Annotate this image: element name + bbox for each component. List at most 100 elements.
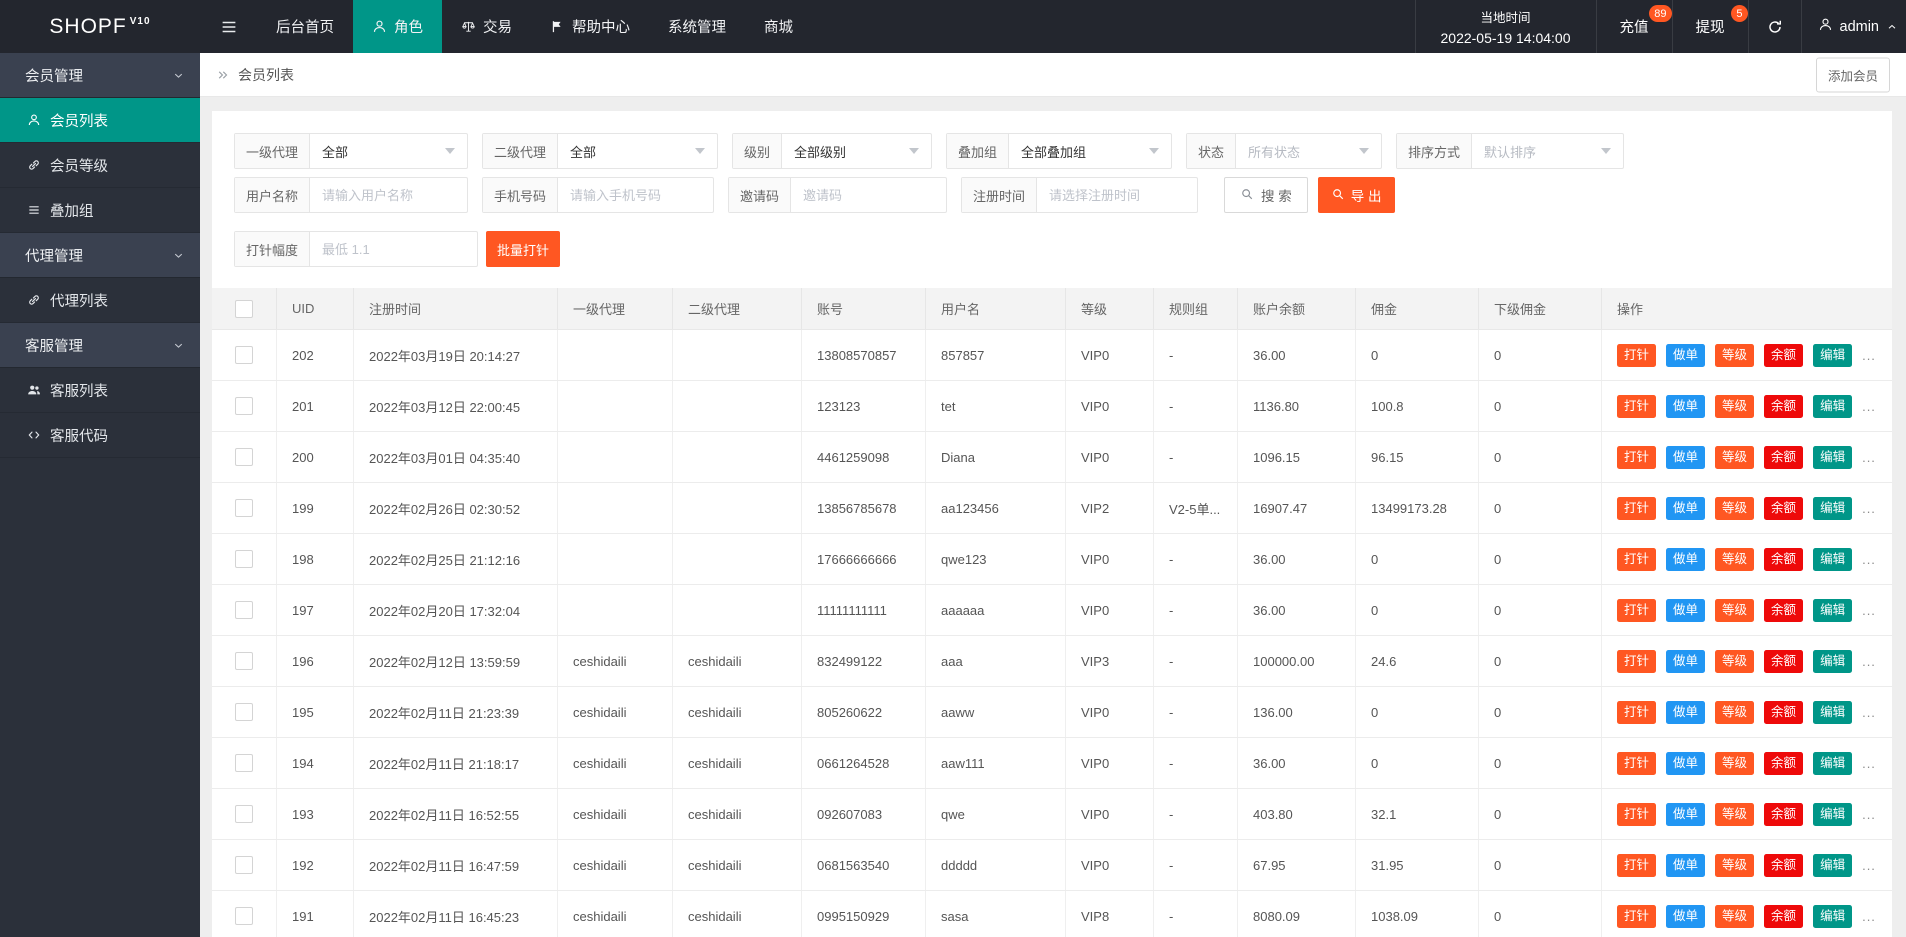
- row-checkbox[interactable]: [235, 856, 253, 874]
- action-level-button[interactable]: 等级: [1715, 802, 1755, 826]
- more-actions[interactable]: ...: [1862, 807, 1876, 822]
- inject-range-input[interactable]: [310, 232, 477, 266]
- action-inject-button[interactable]: 打针: [1617, 700, 1657, 724]
- search-button[interactable]: 搜 索: [1224, 177, 1308, 213]
- action-order-button[interactable]: 做单: [1666, 496, 1706, 520]
- nav-item-4[interactable]: 系统管理: [649, 0, 745, 53]
- action-edit-button[interactable]: 编辑: [1813, 904, 1853, 928]
- more-actions[interactable]: ...: [1862, 603, 1876, 618]
- withdraw-button[interactable]: 提现 5: [1673, 0, 1749, 53]
- filter-select-1[interactable]: 二级代理 全部: [482, 133, 718, 169]
- action-level-button[interactable]: 等级: [1715, 649, 1755, 673]
- refresh-button[interactable]: [1749, 0, 1802, 53]
- action-balance-button[interactable]: 余额: [1764, 649, 1804, 673]
- action-level-button[interactable]: 等级: [1715, 496, 1755, 520]
- row-checkbox[interactable]: [235, 346, 253, 364]
- action-balance-button[interactable]: 余额: [1764, 853, 1804, 877]
- action-order-button[interactable]: 做单: [1666, 598, 1706, 622]
- row-checkbox[interactable]: [235, 448, 253, 466]
- action-level-button[interactable]: 等级: [1715, 547, 1755, 571]
- action-inject-button[interactable]: 打针: [1617, 445, 1657, 469]
- action-balance-button[interactable]: 余额: [1764, 802, 1804, 826]
- action-balance-button[interactable]: 余额: [1764, 598, 1804, 622]
- filter-input-field-2[interactable]: [791, 178, 946, 212]
- filter-select-4[interactable]: 状态 所有状态: [1186, 133, 1382, 169]
- action-order-button[interactable]: 做单: [1666, 445, 1706, 469]
- filter-select-2[interactable]: 级别 全部级别: [732, 133, 932, 169]
- action-balance-button[interactable]: 余额: [1764, 751, 1804, 775]
- row-checkbox[interactable]: [235, 754, 253, 772]
- sidebar-group-0[interactable]: 会员管理: [0, 53, 200, 98]
- action-inject-button[interactable]: 打针: [1617, 394, 1657, 418]
- sidebar-group-2[interactable]: 客服管理: [0, 323, 200, 368]
- action-order-button[interactable]: 做单: [1666, 802, 1706, 826]
- action-edit-button[interactable]: 编辑: [1813, 343, 1853, 367]
- filter-input-field-1[interactable]: [558, 178, 713, 212]
- action-edit-button[interactable]: 编辑: [1813, 547, 1853, 571]
- admin-menu[interactable]: admin: [1802, 0, 1906, 53]
- action-balance-button[interactable]: 余额: [1764, 547, 1804, 571]
- more-actions[interactable]: ...: [1862, 909, 1876, 924]
- action-edit-button[interactable]: 编辑: [1813, 649, 1853, 673]
- action-edit-button[interactable]: 编辑: [1813, 445, 1853, 469]
- more-actions[interactable]: ...: [1862, 705, 1876, 720]
- nav-item-1[interactable]: 角色: [353, 0, 442, 53]
- action-inject-button[interactable]: 打针: [1617, 802, 1657, 826]
- action-order-button[interactable]: 做单: [1666, 343, 1706, 367]
- more-actions[interactable]: ...: [1862, 450, 1876, 465]
- more-actions[interactable]: ...: [1862, 654, 1876, 669]
- action-edit-button[interactable]: 编辑: [1813, 700, 1853, 724]
- action-level-button[interactable]: 等级: [1715, 700, 1755, 724]
- action-edit-button[interactable]: 编辑: [1813, 394, 1853, 418]
- row-checkbox[interactable]: [235, 397, 253, 415]
- more-actions[interactable]: ...: [1862, 552, 1876, 567]
- action-level-button[interactable]: 等级: [1715, 598, 1755, 622]
- row-checkbox[interactable]: [235, 601, 253, 619]
- action-order-button[interactable]: 做单: [1666, 394, 1706, 418]
- action-inject-button[interactable]: 打针: [1617, 904, 1657, 928]
- action-level-button[interactable]: 等级: [1715, 343, 1755, 367]
- action-edit-button[interactable]: 编辑: [1813, 802, 1853, 826]
- sidebar-item-0-0[interactable]: 会员列表: [0, 98, 200, 143]
- export-button[interactable]: 导 出: [1317, 177, 1395, 213]
- sidebar-item-2-0[interactable]: 客服列表: [0, 368, 200, 413]
- action-edit-button[interactable]: 编辑: [1813, 598, 1853, 622]
- action-inject-button[interactable]: 打针: [1617, 751, 1657, 775]
- sidebar-item-1-0[interactable]: 代理列表: [0, 278, 200, 323]
- action-edit-button[interactable]: 编辑: [1813, 496, 1853, 520]
- action-balance-button[interactable]: 余额: [1764, 394, 1804, 418]
- more-actions[interactable]: ...: [1862, 858, 1876, 873]
- action-level-button[interactable]: 等级: [1715, 751, 1755, 775]
- row-checkbox[interactable]: [235, 703, 253, 721]
- sidebar-item-0-2[interactable]: 叠加组: [0, 188, 200, 233]
- action-inject-button[interactable]: 打针: [1617, 547, 1657, 571]
- action-order-button[interactable]: 做单: [1666, 649, 1706, 673]
- row-checkbox[interactable]: [235, 499, 253, 517]
- action-inject-button[interactable]: 打针: [1617, 598, 1657, 622]
- action-inject-button[interactable]: 打针: [1617, 343, 1657, 367]
- batch-inject-button[interactable]: 批量打针: [486, 231, 561, 267]
- row-checkbox[interactable]: [235, 550, 253, 568]
- more-actions[interactable]: ...: [1862, 501, 1876, 516]
- action-inject-button[interactable]: 打针: [1617, 496, 1657, 520]
- action-order-button[interactable]: 做单: [1666, 700, 1706, 724]
- action-edit-button[interactable]: 编辑: [1813, 853, 1853, 877]
- row-checkbox[interactable]: [235, 805, 253, 823]
- action-balance-button[interactable]: 余额: [1764, 445, 1804, 469]
- action-level-button[interactable]: 等级: [1715, 394, 1755, 418]
- sidebar-item-0-1[interactable]: 会员等级: [0, 143, 200, 188]
- menu-toggle-icon[interactable]: [200, 0, 257, 53]
- action-order-button[interactable]: 做单: [1666, 904, 1706, 928]
- action-level-button[interactable]: 等级: [1715, 904, 1755, 928]
- more-actions[interactable]: ...: [1862, 348, 1876, 363]
- recharge-button[interactable]: 充值 89: [1597, 0, 1673, 53]
- action-order-button[interactable]: 做单: [1666, 853, 1706, 877]
- sidebar-item-2-1[interactable]: 客服代码: [0, 413, 200, 458]
- action-inject-button[interactable]: 打针: [1617, 649, 1657, 673]
- action-edit-button[interactable]: 编辑: [1813, 751, 1853, 775]
- filter-select-3[interactable]: 叠加组 全部叠加组: [946, 133, 1172, 169]
- filter-input-field-0[interactable]: [310, 178, 467, 212]
- action-balance-button[interactable]: 余额: [1764, 904, 1804, 928]
- action-order-button[interactable]: 做单: [1666, 751, 1706, 775]
- select-all-checkbox[interactable]: [235, 299, 253, 318]
